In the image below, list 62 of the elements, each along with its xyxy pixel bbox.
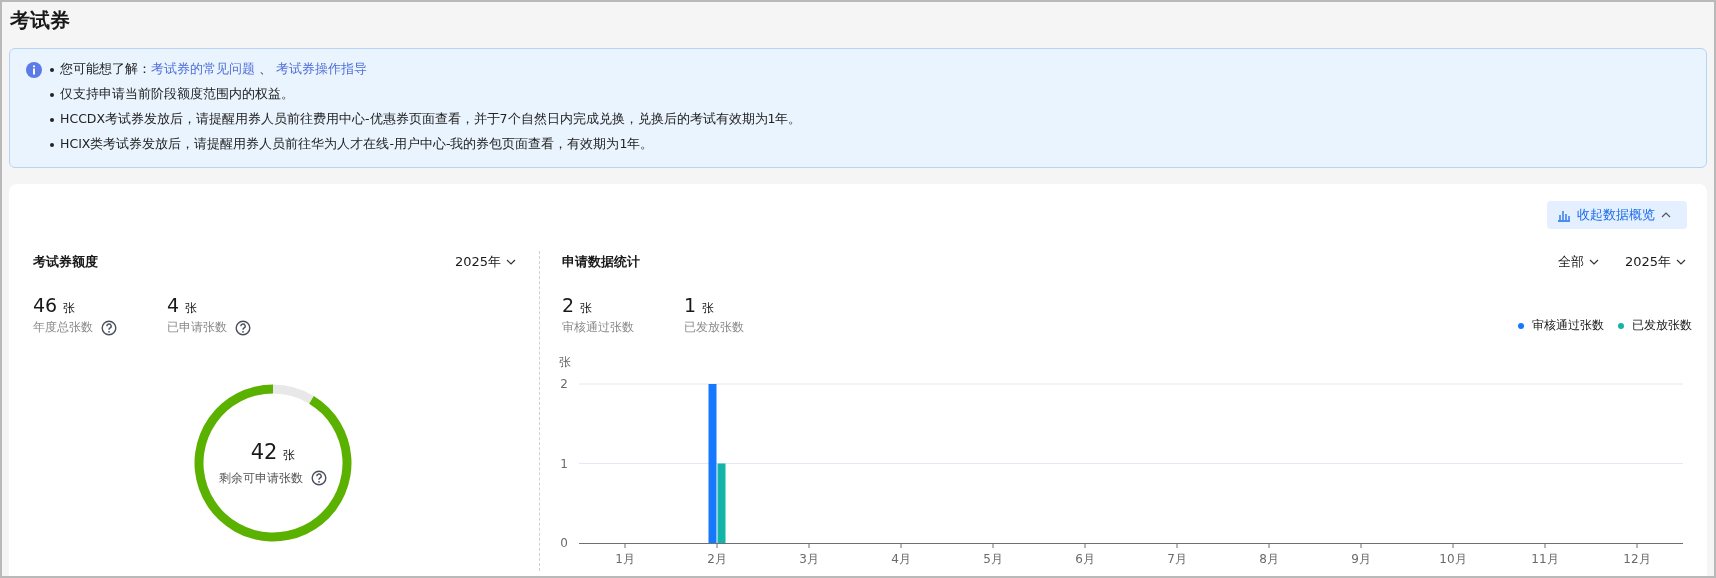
axis-tick-label: 2月 (707, 552, 727, 566)
dropdown-label: 全部 (1557, 253, 1584, 271)
axis-tick-label: 0 (560, 536, 568, 550)
donut-unit: 张 (283, 446, 296, 464)
stat-value: 4 (167, 293, 180, 317)
legend-label: 审核通过张数 (1532, 317, 1604, 334)
help-link[interactable]: 考试券的常见问题 (151, 61, 255, 76)
notice-text: HCIX类考试券发放后，请提醒用券人员前往华为人才在线-用户中心-我的券包页面查看，有效期为1年。 (60, 136, 654, 153)
stat-value: 2 (562, 293, 575, 317)
stat-label: 已申请张数 (167, 319, 227, 336)
section-title: 申请数据统计 (562, 253, 640, 271)
axis-tick-label: 6月 (1075, 552, 1095, 566)
axis-tick-label: 4月 (891, 552, 911, 566)
bullet-icon (50, 142, 54, 147)
bullet-icon (50, 117, 54, 122)
page-title: 考试券 (9, 7, 71, 34)
dropdown-label: 2025年 (454, 253, 501, 271)
year-dropdown[interactable]: 2025年 (454, 253, 516, 271)
chevron-down-icon (506, 258, 516, 266)
notice-text: HCCDX考试券发放后，请提醒用券人员前往费用中心-优惠券页面查看，并于7个自然日内完成兑换，兑换后的考试有效期为1年。 (60, 111, 802, 128)
stat-value: 1 (684, 293, 697, 317)
bar-chart-icon (1557, 208, 1571, 222)
help-icon (235, 319, 251, 336)
stat-unit: 张 (185, 300, 198, 317)
help-icon (311, 470, 327, 486)
axis-tick-label: 10月 (1439, 552, 1467, 566)
stat-unit: 张 (702, 300, 715, 317)
axis-tick-label: 2 (560, 377, 568, 391)
help-icon (101, 319, 117, 336)
axis-tick-label: 5月 (983, 552, 1003, 566)
axis-tick-label: 12月 (1623, 552, 1651, 566)
axis-tick-label: 1 (560, 456, 568, 471)
axis-tick-label: 8月 (1259, 552, 1279, 566)
axis-tick-label: 1月 (615, 552, 635, 566)
axis-tick-label: 7月 (1167, 552, 1187, 566)
notice-text: 仅支持申请当前阶段额度范围内的权益。 (60, 86, 294, 103)
axis-tick-label: 9月 (1351, 552, 1371, 566)
stat-label: 已发放张数 (684, 319, 744, 336)
stat-unit: 张 (63, 300, 76, 317)
donut-label: 剩余可申请张数 (219, 469, 303, 487)
stat-label: 年度总张数 (33, 319, 93, 336)
axis-tick-label: 3月 (799, 552, 819, 566)
chevron-up-icon (1661, 211, 1671, 219)
info-icon (26, 61, 42, 78)
stat-value: 46 (33, 293, 58, 317)
legend-label: 已发放张数 (1632, 317, 1692, 334)
dropdown-label: 2025年 (1624, 253, 1671, 271)
donut-value: 42 (250, 439, 278, 464)
stat-unit: 张 (580, 300, 593, 317)
bullet-icon (50, 67, 54, 72)
axis-title: 张 (559, 355, 571, 369)
filter-dropdown[interactable]: 全部 (1557, 253, 1599, 271)
chevron-down-icon (1676, 258, 1686, 266)
stat-label: 审核通过张数 (562, 319, 634, 336)
notice-text: 您可能想了解：考试券的常见问题 、 考试券操作指导 (60, 61, 367, 78)
help-link[interactable]: 考试券操作指导 (275, 61, 367, 76)
bullet-icon (50, 92, 54, 97)
axis-tick-label: 11月 (1531, 552, 1559, 566)
year-dropdown[interactable]: 2025年 (1624, 253, 1686, 271)
chevron-down-icon (1588, 258, 1599, 266)
collapse-button[interactable]: 收起数据概览 (1547, 201, 1687, 229)
section-title: 考试券额度 (33, 253, 98, 271)
